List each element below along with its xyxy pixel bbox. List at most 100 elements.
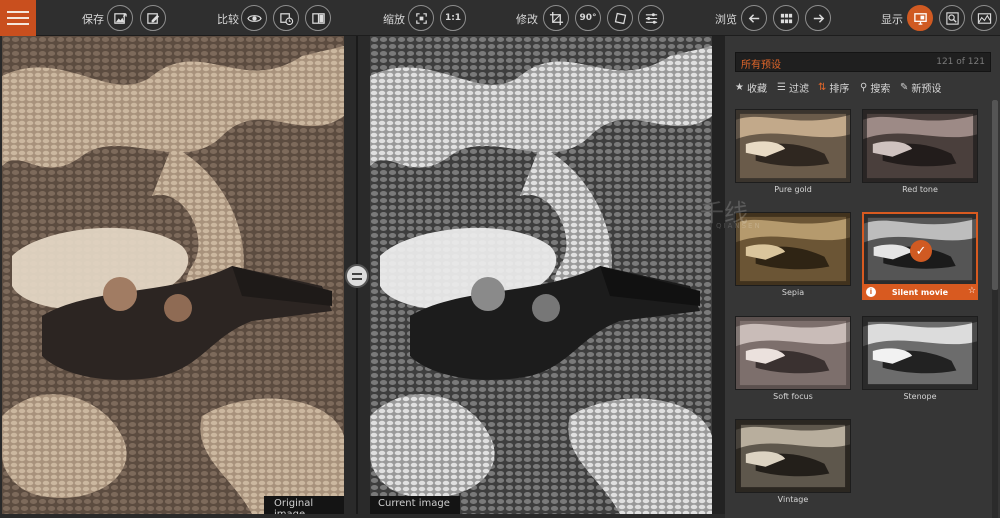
export-edit-icon bbox=[146, 12, 159, 24]
hamburger-line bbox=[7, 11, 29, 13]
preset-label: Silent movie bbox=[862, 286, 978, 300]
filter-action[interactable]: ☰ 过滤 bbox=[777, 80, 809, 95]
preset-label: Stenope bbox=[903, 392, 937, 401]
search-icon: ⚲ bbox=[860, 82, 868, 93]
history-icon bbox=[279, 12, 293, 25]
compare-group-label: 比较 bbox=[217, 13, 239, 26]
crop-button[interactable] bbox=[543, 5, 569, 31]
sort-icon: ⇅ bbox=[818, 82, 827, 93]
save-image-icon bbox=[113, 12, 127, 24]
browse-group-label: 浏览 bbox=[715, 13, 737, 26]
split-view-icon bbox=[311, 12, 325, 24]
grid-view-button[interactable] bbox=[773, 5, 799, 31]
new-preset-action[interactable]: ✎ 新预设 bbox=[900, 80, 941, 95]
original-image-caption: Original image bbox=[264, 496, 344, 514]
zoom-fit-icon bbox=[415, 12, 427, 24]
search-label: 搜索 bbox=[870, 84, 891, 95]
modify-group-label: 修改 bbox=[516, 13, 538, 26]
preset-thumbnail-image bbox=[736, 317, 850, 389]
arrow-left-icon bbox=[748, 13, 759, 23]
preset-soft-focus[interactable]: Soft focus bbox=[735, 316, 853, 406]
preset-thumbnail-image bbox=[736, 420, 850, 492]
current-photo-image bbox=[370, 36, 712, 514]
zoom-fit-button[interactable] bbox=[408, 5, 434, 31]
handle-grip-line bbox=[352, 277, 362, 280]
zoom-1to1-button[interactable]: 1:1 bbox=[440, 5, 466, 31]
presets-count: 121 of 121 bbox=[936, 57, 985, 67]
zoom-group-label: 缩放 bbox=[383, 13, 405, 26]
preset-silent-movie[interactable]: ✓ Silent movie i ☆ bbox=[862, 212, 980, 302]
panel-gap bbox=[712, 36, 725, 514]
filter-label: 过滤 bbox=[788, 84, 809, 95]
handle-grip-line bbox=[352, 272, 362, 275]
preset-thumbnail bbox=[735, 109, 851, 183]
presets-header: 所有预设 121 of 121 bbox=[735, 52, 991, 72]
preset-label: Red tone bbox=[902, 185, 938, 194]
favorite-star-icon[interactable]: ☆ bbox=[968, 286, 976, 296]
star-icon: ★ bbox=[735, 82, 744, 93]
preset-red-tone[interactable]: Red tone bbox=[862, 109, 980, 199]
sliders-icon bbox=[645, 12, 657, 24]
preset-pure-gold[interactable]: Pure gold bbox=[735, 109, 853, 199]
preset-vintage[interactable]: Vintage bbox=[735, 419, 853, 509]
grid-icon bbox=[780, 13, 792, 23]
magnifier-icon bbox=[945, 11, 959, 25]
preset-thumbnail-image bbox=[863, 110, 977, 182]
watermark-subtext: QIANSEN bbox=[716, 222, 762, 230]
search-action[interactable]: ⚲ 搜索 bbox=[860, 80, 890, 95]
new-preset-label: 新预设 bbox=[911, 84, 942, 95]
original-photo-image bbox=[2, 36, 344, 514]
display-monitor-button[interactable] bbox=[907, 5, 933, 31]
presets-panel: 所有预设 121 of 121 ★ 收藏 ☰ 过滤 ⇅ 排序 ⚲ 搜索 ✎ 新预 bbox=[725, 36, 1000, 518]
new-preset-icon: ✎ bbox=[900, 82, 909, 93]
next-image-button[interactable] bbox=[805, 5, 831, 31]
display-loupe-button[interactable] bbox=[939, 5, 965, 31]
preset-thumbnail-image bbox=[863, 317, 977, 389]
selected-check-icon: ✓ bbox=[910, 240, 932, 262]
compare-eye-button[interactable] bbox=[241, 5, 267, 31]
sort-label: 排序 bbox=[829, 84, 850, 95]
display-group-label: 显示 bbox=[881, 13, 903, 26]
crop-icon bbox=[549, 11, 563, 25]
eye-icon bbox=[246, 14, 262, 22]
arrow-right-icon bbox=[813, 13, 824, 23]
favorites-action[interactable]: ★ 收藏 bbox=[735, 80, 767, 95]
top-toolbar: 保存 比较 缩放 1:1 修改 90° 浏览 显示 bbox=[0, 0, 1000, 36]
split-divider[interactable] bbox=[344, 36, 370, 514]
previous-image-button[interactable] bbox=[741, 5, 767, 31]
straighten-button[interactable] bbox=[607, 5, 633, 31]
info-icon[interactable]: i bbox=[866, 287, 876, 297]
preset-label: Vintage bbox=[777, 495, 809, 504]
current-image-caption: Current image bbox=[370, 496, 460, 514]
save-group-label: 保存 bbox=[82, 13, 104, 26]
hamburger-line bbox=[7, 23, 29, 25]
split-handle-button[interactable] bbox=[345, 264, 369, 288]
preset-label: Pure gold bbox=[774, 185, 812, 194]
preset-label: Soft focus bbox=[773, 392, 813, 401]
scrollbar-thumb[interactable] bbox=[992, 100, 998, 290]
sort-action[interactable]: ⇅ 排序 bbox=[818, 80, 849, 95]
compare-history-button[interactable] bbox=[273, 5, 299, 31]
presets-scrollbar[interactable] bbox=[992, 100, 998, 518]
original-image-panel[interactable]: Original image bbox=[2, 36, 344, 514]
favorites-label: 收藏 bbox=[746, 84, 767, 95]
split-view-button[interactable] bbox=[305, 5, 331, 31]
preset-label: Sepia bbox=[781, 288, 805, 297]
app-window: 保存 比较 缩放 1:1 修改 90° 浏览 显示 Original Curre… bbox=[0, 0, 1000, 518]
current-image-panel[interactable]: Current image bbox=[370, 36, 712, 514]
preset-thumbnail bbox=[735, 419, 851, 493]
presets-title[interactable]: 所有预设 bbox=[741, 56, 781, 71]
histogram-icon bbox=[977, 12, 991, 24]
display-histogram-button[interactable] bbox=[971, 5, 997, 31]
monitor-icon bbox=[913, 12, 927, 25]
hamburger-menu-button[interactable] bbox=[0, 0, 36, 36]
save-image-button[interactable] bbox=[107, 5, 133, 31]
adjustments-button[interactable] bbox=[638, 5, 664, 31]
preset-thumbnail bbox=[735, 316, 851, 390]
preset-thumbnail-image bbox=[736, 110, 850, 182]
save-as-button[interactable] bbox=[140, 5, 166, 31]
presets-action-bar: ★ 收藏 ☰ 过滤 ⇅ 排序 ⚲ 搜索 ✎ 新预设 bbox=[735, 80, 995, 96]
rotate-90-button[interactable]: 90° bbox=[575, 5, 601, 31]
preset-thumbnail bbox=[862, 109, 978, 183]
preset-stenope[interactable]: Stenope bbox=[862, 316, 980, 406]
